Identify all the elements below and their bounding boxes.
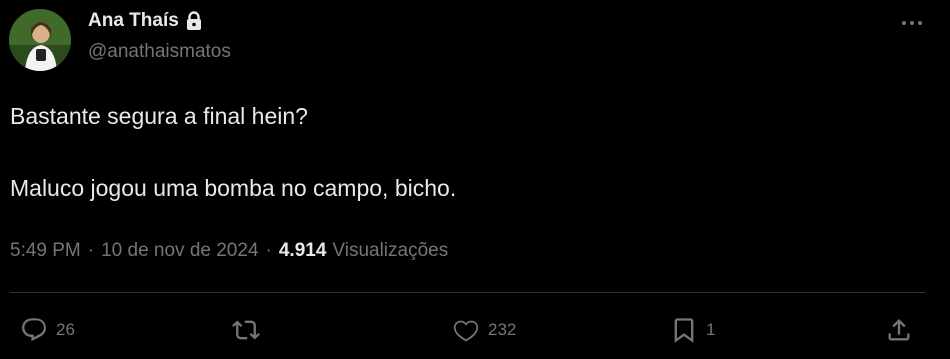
bookmark-icon (674, 318, 694, 343)
tweet-text-line: Maluco jogou uma bomba no campo, bicho. (10, 175, 457, 201)
reply-button[interactable]: 26 (20, 310, 75, 350)
meta-separator: · (87, 240, 95, 261)
retweet-icon (232, 320, 260, 340)
like-count: 232 (488, 320, 517, 339)
share-icon (888, 319, 910, 341)
divider (10, 292, 925, 293)
meta-separator: · (265, 240, 272, 261)
reply-icon (22, 318, 46, 342)
heart-icon (453, 320, 479, 342)
reply-count: 26 (56, 320, 75, 339)
views-count: 4.914 (278, 240, 327, 261)
retweet-button[interactable] (232, 310, 268, 350)
views-label: Visualizações (332, 240, 449, 261)
bookmark-count: 1 (706, 320, 716, 339)
like-button[interactable]: 232 (452, 310, 516, 350)
tweet-time[interactable]: 5:49 PM (10, 240, 81, 262)
tweet-meta: 5:49 PM · 10 de nov de 2024 · 4.914 Visu… (10, 237, 448, 265)
more-options-button[interactable] (892, 8, 932, 38)
author-name-row: Ana Thaís (88, 9, 203, 33)
author-display-name[interactable]: Ana Thaís (88, 10, 179, 32)
action-bar: 26 232 1 (0, 310, 950, 350)
share-button[interactable] (885, 310, 913, 350)
bookmark-button[interactable]: 1 (670, 310, 715, 350)
author-handle[interactable]: @anathaismatos (88, 41, 231, 63)
tweet-text-line: Bastante segura a final hein? (10, 103, 308, 129)
tweet-text: Bastante segura a final hein? Maluco jog… (10, 98, 910, 206)
tweet-date[interactable]: 10 de nov de 2024 (101, 240, 258, 262)
more-horizontal-icon (902, 21, 922, 25)
author-avatar[interactable] (9, 9, 71, 71)
avatar-photo (9, 9, 71, 71)
lock-icon (185, 11, 203, 31)
